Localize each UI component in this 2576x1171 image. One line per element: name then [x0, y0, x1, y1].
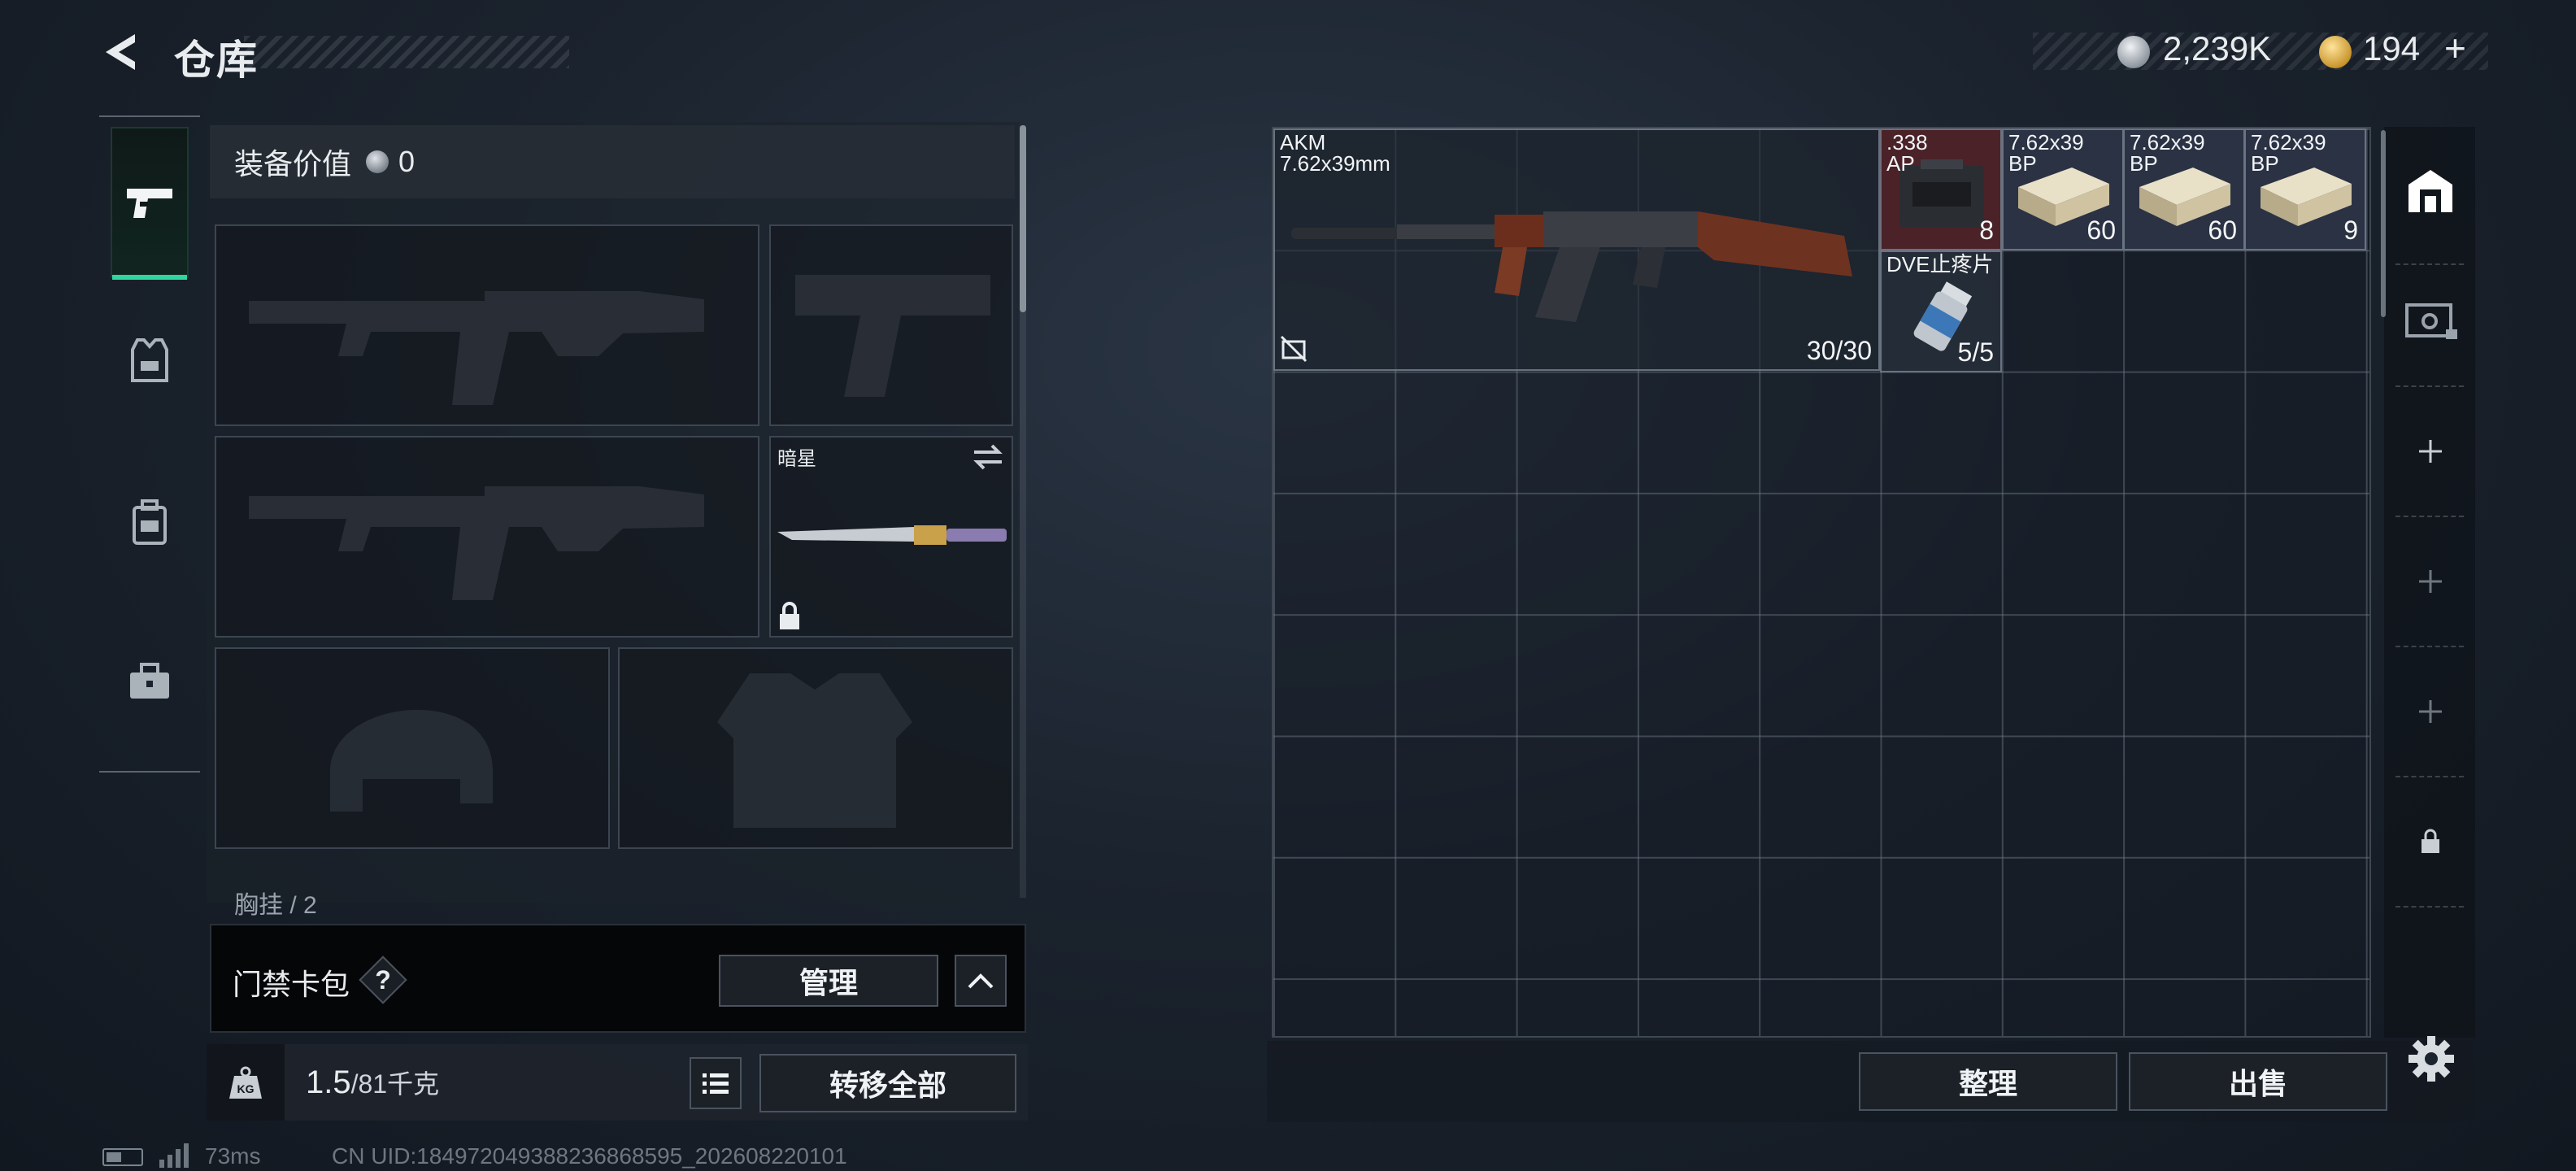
- collapse-button[interactable]: [955, 955, 1007, 1007]
- tab-gear[interactable]: [111, 322, 189, 400]
- helmet-silhouette-icon: [330, 709, 493, 812]
- storage-scrollbar[interactable]: [2381, 130, 2386, 317]
- silver-coin-icon: [366, 150, 389, 173]
- rail-divider: [2395, 646, 2464, 647]
- signal-icon: [159, 1143, 189, 1168]
- inventory-item-762-bp[interactable]: 7.62x39 BP 9: [2244, 128, 2366, 250]
- latency-readout: 73ms: [205, 1143, 261, 1169]
- lock-icon: [2422, 829, 2439, 853]
- carry-weight-current: 1.5: [306, 1064, 351, 1100]
- equipment-value-header: 装备价值 0: [210, 125, 1015, 198]
- add-storage-tab[interactable]: [2394, 545, 2467, 618]
- plus-icon: [2419, 440, 2442, 463]
- item-count: 8: [1979, 215, 1994, 245]
- helmet-slot[interactable]: [215, 647, 610, 849]
- storage-grid[interactable]: AKM 7.62x39mm 30/30 .338 AP 8 7.62x39 BP…: [1272, 127, 2371, 1038]
- svg-text:KG: KG: [237, 1082, 255, 1095]
- tab-weapons[interactable]: [111, 127, 189, 280]
- backpack-icon: [133, 499, 167, 545]
- chest-rig-slot-label: 胸挂 / 2: [234, 892, 317, 919]
- add-storage-tab[interactable]: [2394, 415, 2467, 488]
- tab-backpack[interactable]: [111, 483, 189, 561]
- item-name: AKM 7.62x39mm: [1280, 130, 1390, 176]
- item-count: 9: [2343, 215, 2358, 245]
- sidearm-slot[interactable]: [769, 224, 1013, 426]
- add-currency-button[interactable]: +: [2444, 26, 2466, 70]
- locked-storage-tab[interactable]: [2394, 805, 2467, 878]
- sort-button[interactable]: 整理: [1859, 1052, 2117, 1111]
- tab-toolbox[interactable]: [111, 642, 189, 720]
- weight-icon-box: KG: [207, 1044, 285, 1121]
- keycard-case-label: 门禁卡包: [233, 968, 350, 1001]
- rail-divider: [2395, 516, 2464, 517]
- item-count: 60: [2208, 215, 2237, 245]
- list-icon: [703, 1073, 729, 1094]
- item-name: .338 AP: [1886, 130, 1928, 176]
- item-count: 60: [2086, 215, 2116, 245]
- inventory-item-dve-painkiller[interactable]: DVE止疼片 5/5: [1880, 250, 2002, 372]
- inventory-item-762-bp[interactable]: 7.62x39 BP 60: [2002, 128, 2124, 250]
- item-name: 7.62x39 BP: [2130, 130, 2205, 176]
- gold-coin-icon: [2319, 36, 2352, 68]
- carry-weight: 1.5/81千克: [306, 1064, 439, 1101]
- inventory-item-762-bp[interactable]: 7.62x39 BP 60: [2123, 128, 2245, 250]
- rifle-silhouette-icon: [249, 486, 704, 600]
- melee-weapon-name: 暗星: [777, 448, 816, 470]
- knife-icon: [777, 525, 1007, 545]
- item-count: 30/30: [1806, 336, 1872, 365]
- silver-amount: 2,239K: [2163, 29, 2272, 67]
- akm-rifle-icon: [1291, 211, 1852, 322]
- item-name: DVE止疼片: [1886, 252, 1994, 276]
- page-title: 仓库: [174, 37, 259, 83]
- vest-icon: [131, 338, 168, 382]
- case-icon: [2405, 303, 2457, 339]
- inventory-item-akm[interactable]: AKM 7.62x39mm 30/30: [1273, 128, 1880, 371]
- list-view-button[interactable]: [690, 1057, 742, 1109]
- toolbox-icon: [130, 663, 169, 699]
- secondary-weapon-slot[interactable]: [215, 436, 759, 638]
- battery-icon: [102, 1148, 143, 1166]
- silver-coin-icon: [2117, 36, 2150, 68]
- armor-silhouette-icon: [717, 673, 912, 828]
- item-name: 7.62x39 BP: [2008, 130, 2084, 176]
- back-arrow-icon[interactable]: [99, 29, 145, 75]
- warehouse-tab[interactable]: [2394, 155, 2467, 228]
- item-count: 5/5: [1957, 337, 1994, 367]
- manage-button[interactable]: 管理: [719, 955, 938, 1007]
- swap-icon[interactable]: [971, 442, 1005, 472]
- rail-divider: [2395, 385, 2464, 387]
- help-icon[interactable]: ?: [366, 963, 400, 997]
- secure-container-tab[interactable]: [2394, 281, 2467, 355]
- primary-weapon-slot[interactable]: [215, 224, 759, 426]
- lock-icon: [780, 602, 799, 629]
- gold-amount: 194: [2363, 29, 2421, 67]
- plus-icon: [2419, 700, 2442, 723]
- inventory-item-338-ap[interactable]: .338 AP 8: [1880, 128, 2002, 250]
- pistol-icon: [127, 189, 172, 218]
- plus-icon: [2419, 570, 2442, 593]
- title-decoration: [244, 36, 569, 68]
- no-modification-icon: [1280, 335, 1308, 363]
- pistol-silhouette-icon: [795, 275, 990, 397]
- body-armor-slot[interactable]: [618, 647, 1013, 849]
- user-id: CN UID:18497204938823686859​5_2026082201…: [332, 1143, 847, 1169]
- carry-weight-max: /81千克: [350, 1069, 440, 1099]
- chevron-up-icon: [968, 973, 994, 989]
- settings-gear-icon[interactable]: [2405, 1033, 2457, 1085]
- warehouse-icon: [2408, 170, 2452, 212]
- transfer-all-button[interactable]: 转移全部: [759, 1054, 1016, 1112]
- melee-slot[interactable]: 暗星: [769, 436, 1013, 638]
- rail-divider: [2395, 263, 2464, 265]
- item-name: 7.62x39 BP: [2251, 130, 2326, 176]
- weight-icon: KG: [229, 1066, 262, 1099]
- sell-button[interactable]: 出售: [2129, 1052, 2387, 1111]
- equipment-scrollbar[interactable]: [1020, 125, 1026, 312]
- rifle-silhouette-icon: [249, 291, 704, 405]
- equipment-value-amount: 0: [398, 145, 416, 178]
- rail-divider: [2395, 776, 2464, 777]
- rail-divider: [2395, 906, 2464, 908]
- equipment-value-label: 装备价值: [234, 147, 352, 181]
- add-storage-tab[interactable]: [2394, 675, 2467, 748]
